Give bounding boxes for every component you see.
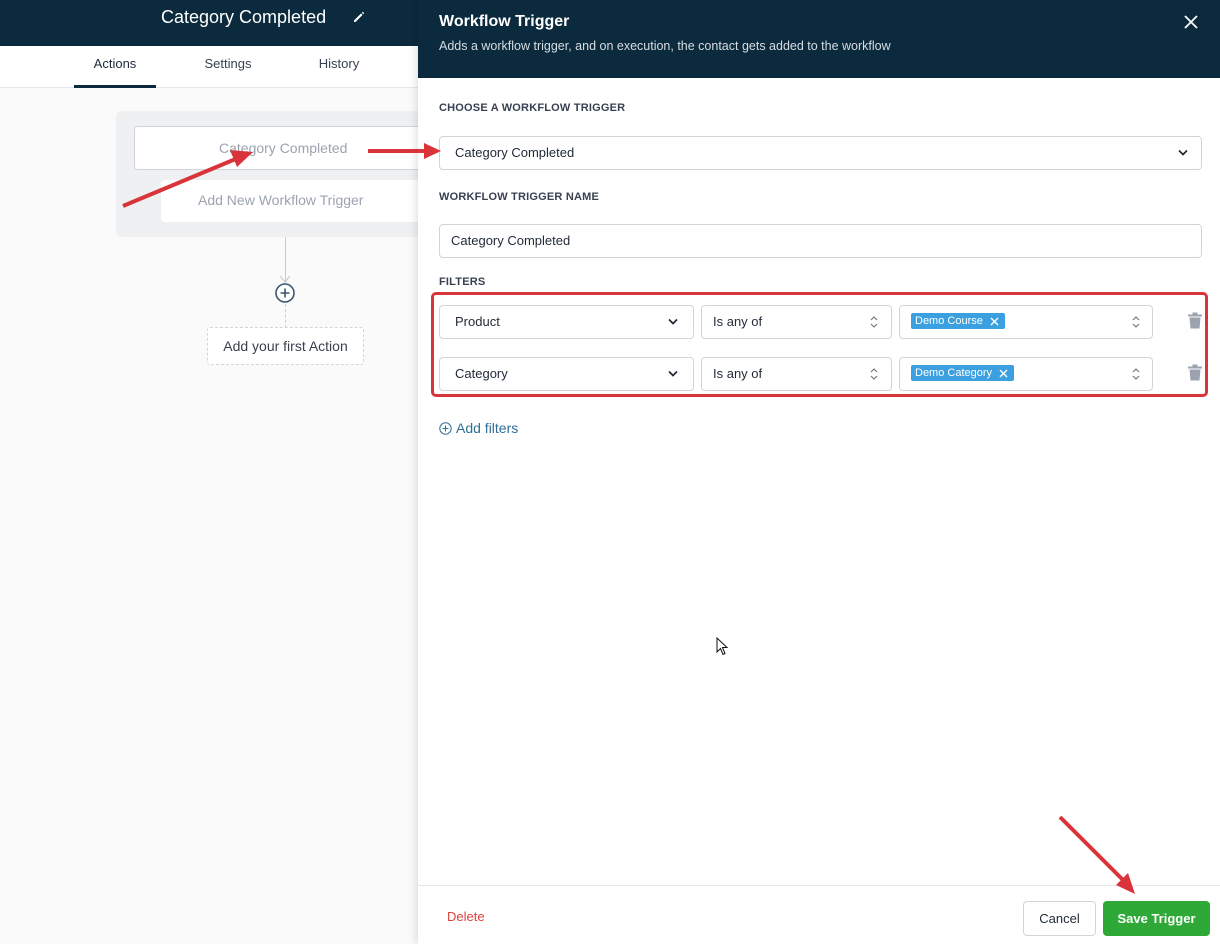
edit-icon[interactable]: [352, 10, 366, 24]
connector-arrow-icon: [279, 275, 291, 283]
drawer-header: Workflow Trigger Adds a workflow trigger…: [418, 0, 1220, 78]
workflow-title[interactable]: Category Completed: [161, 7, 326, 28]
tab-actions[interactable]: Actions: [74, 46, 156, 88]
close-icon[interactable]: [1182, 13, 1200, 31]
tab-settings[interactable]: Settings: [188, 46, 268, 88]
add-first-action-button[interactable]: Add your first Action: [207, 327, 364, 365]
plus-circle-icon[interactable]: [275, 283, 295, 303]
workflow-header: Category Completed: [0, 0, 418, 46]
add-filters-label: Add filters: [456, 420, 519, 436]
drawer-title: Workflow Trigger: [439, 13, 570, 30]
trigger-name-label: WORKFLOW TRIGGER NAME: [439, 191, 600, 203]
cursor-icon: [716, 637, 728, 656]
chevron-down-icon: [1178, 149, 1188, 156]
workflow-trigger-drawer: Workflow Trigger Adds a workflow trigger…: [418, 0, 1220, 944]
drawer-subtitle: Adds a workflow trigger, and on executio…: [439, 39, 891, 53]
connector-line-dashed: [285, 304, 286, 328]
filters-highlight-box: [431, 292, 1208, 397]
add-workflow-trigger-button[interactable]: Add New Workflow Trigger: [161, 180, 421, 222]
add-filters-link[interactable]: Add filters: [439, 420, 518, 436]
trigger-name-input[interactable]: Category Completed: [439, 224, 1202, 258]
choose-trigger-label: CHOOSE A WORKFLOW TRIGGER: [439, 102, 626, 114]
drawer-footer: Delete Cancel Save Trigger: [418, 885, 1220, 944]
cancel-button[interactable]: Cancel: [1023, 901, 1096, 936]
delete-button[interactable]: Delete: [447, 909, 485, 924]
filters-label: FILTERS: [439, 276, 486, 288]
trigger-select[interactable]: Category Completed: [439, 136, 1202, 170]
tab-history[interactable]: History: [300, 46, 378, 88]
add-circle-icon: [439, 422, 452, 435]
workflow-tabs: Actions Settings History: [0, 46, 418, 88]
save-trigger-button[interactable]: Save Trigger: [1103, 901, 1210, 936]
trigger-card[interactable]: Category Completed: [134, 126, 434, 170]
trigger-select-value: Category Completed: [455, 145, 575, 160]
